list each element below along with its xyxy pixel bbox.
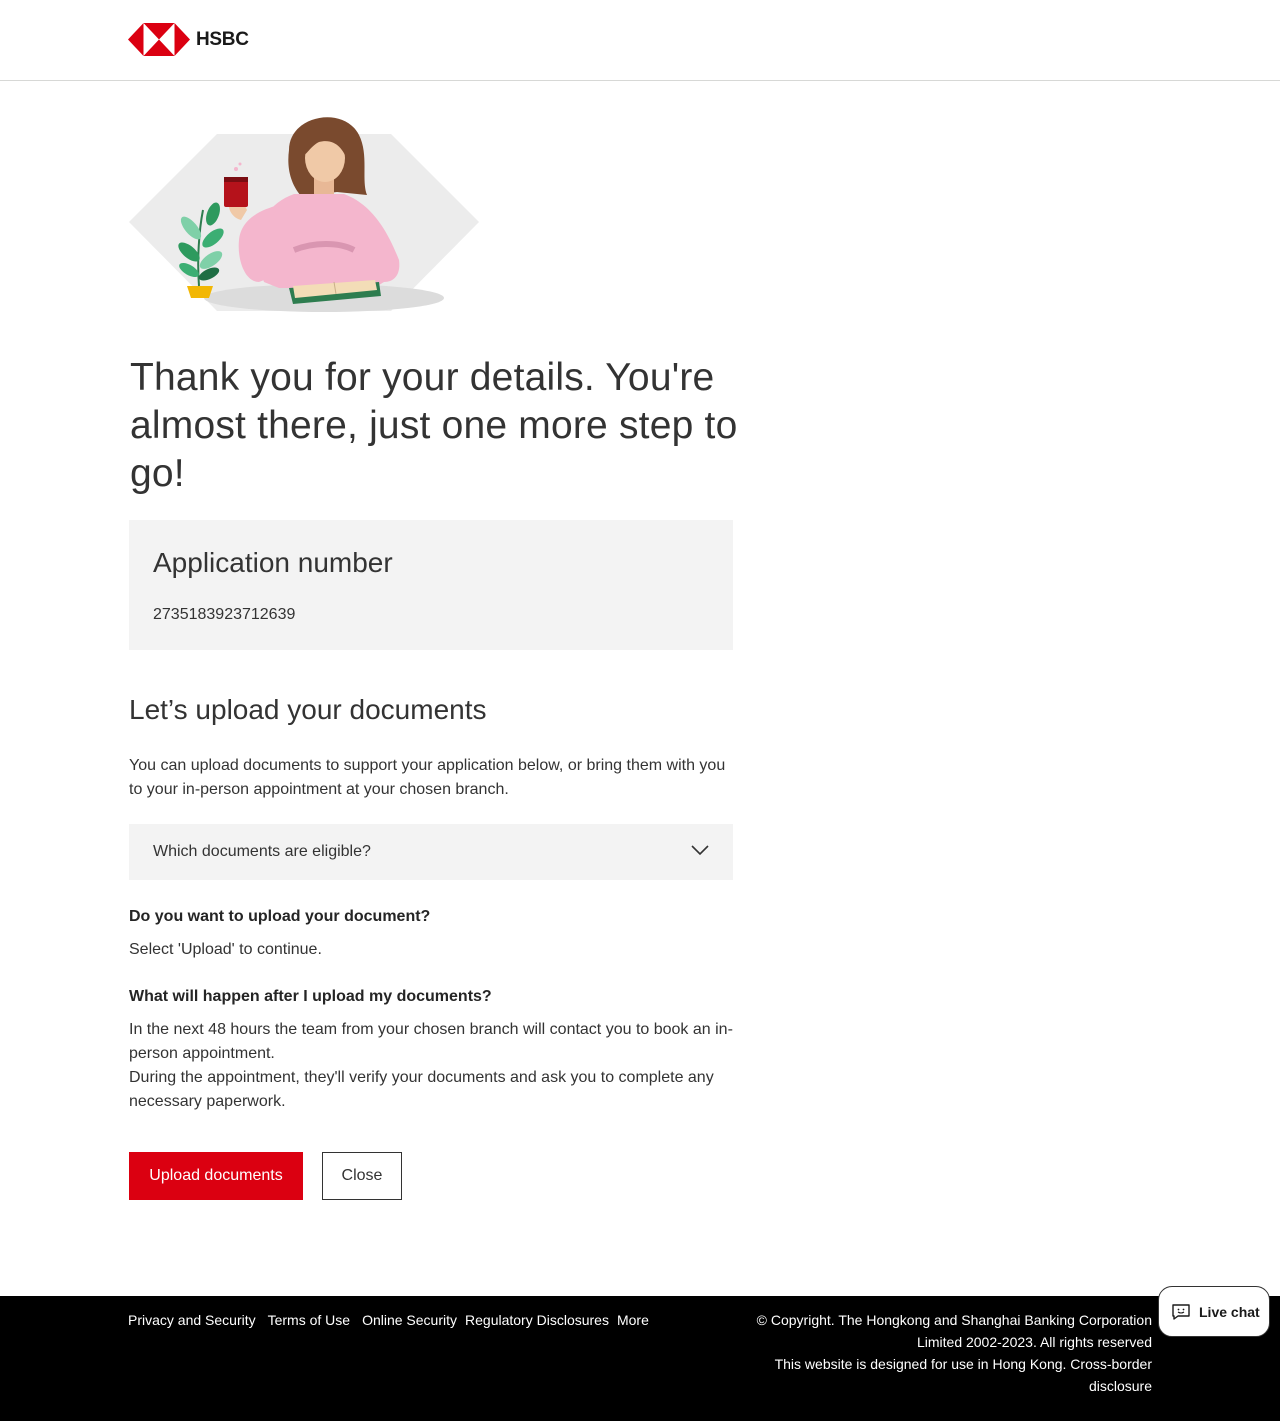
eligible-documents-accordion[interactable]: Which documents are eligible? xyxy=(129,824,733,880)
footer-link-regulatory-disclosures[interactable]: Regulatory Disclosures xyxy=(465,1312,609,1328)
copyright-text: © Copyright. The Hongkong and Shanghai B… xyxy=(756,1312,1152,1350)
application-number-panel: Application number 2735183923712639 xyxy=(129,520,733,650)
copyright-notice: © Copyright. The Hongkong and Shanghai B… xyxy=(712,1309,1152,1397)
footer-link-online-security[interactable]: Online Security xyxy=(362,1312,457,1328)
faq-answer-upload: Select 'Upload' to continue. xyxy=(129,941,322,958)
chevron-down-icon xyxy=(691,845,709,856)
upload-intro-text: You can upload documents to support your… xyxy=(129,757,726,798)
upload-documents-button[interactable]: Upload documents xyxy=(129,1152,303,1200)
faq-answer-after-upload-line1: In the next 48 hours the team from your … xyxy=(129,1021,733,1062)
live-chat-button[interactable]: Live chat xyxy=(1158,1286,1270,1337)
faq-answer-after-upload-line2: During the appointment, they'll verify y… xyxy=(129,1069,714,1110)
footer-links: Privacy and Security Terms of Use Online… xyxy=(128,1312,661,1328)
hsbc-logo[interactable]: HSBC xyxy=(128,23,249,56)
close-button[interactable]: Close xyxy=(322,1152,402,1200)
hsbc-hexagon-logo-icon xyxy=(128,23,190,56)
footer-link-terms-of-use[interactable]: Terms of Use xyxy=(268,1312,350,1328)
faq-question-after-upload: What will happen after I upload my docum… xyxy=(129,988,492,1005)
site-header: HSBC xyxy=(0,0,1280,81)
faq-question-upload: Do you want to upload your document? xyxy=(129,908,431,925)
footer-link-more[interactable]: More xyxy=(617,1312,649,1328)
live-chat-label: Live chat xyxy=(1199,1303,1260,1320)
brand-name: HSBC xyxy=(196,28,249,50)
application-number-value: 2735183923712639 xyxy=(153,606,296,623)
page-title: Thank you for your details. You're almos… xyxy=(130,356,738,495)
site-footer: Privacy and Security Terms of Use Online… xyxy=(0,1296,1280,1421)
chat-bubble-icon xyxy=(1172,1303,1190,1320)
footer-link-privacy-security[interactable]: Privacy and Security xyxy=(128,1312,256,1328)
hero-illustration xyxy=(129,110,479,312)
upload-heading: Let’s upload your documents xyxy=(129,694,487,725)
accordion-label: Which documents are eligible? xyxy=(153,843,371,860)
application-number-label: Application number xyxy=(153,547,393,578)
cross-border-disclosure-text[interactable]: This website is designed for use in Hong… xyxy=(712,1353,1152,1397)
